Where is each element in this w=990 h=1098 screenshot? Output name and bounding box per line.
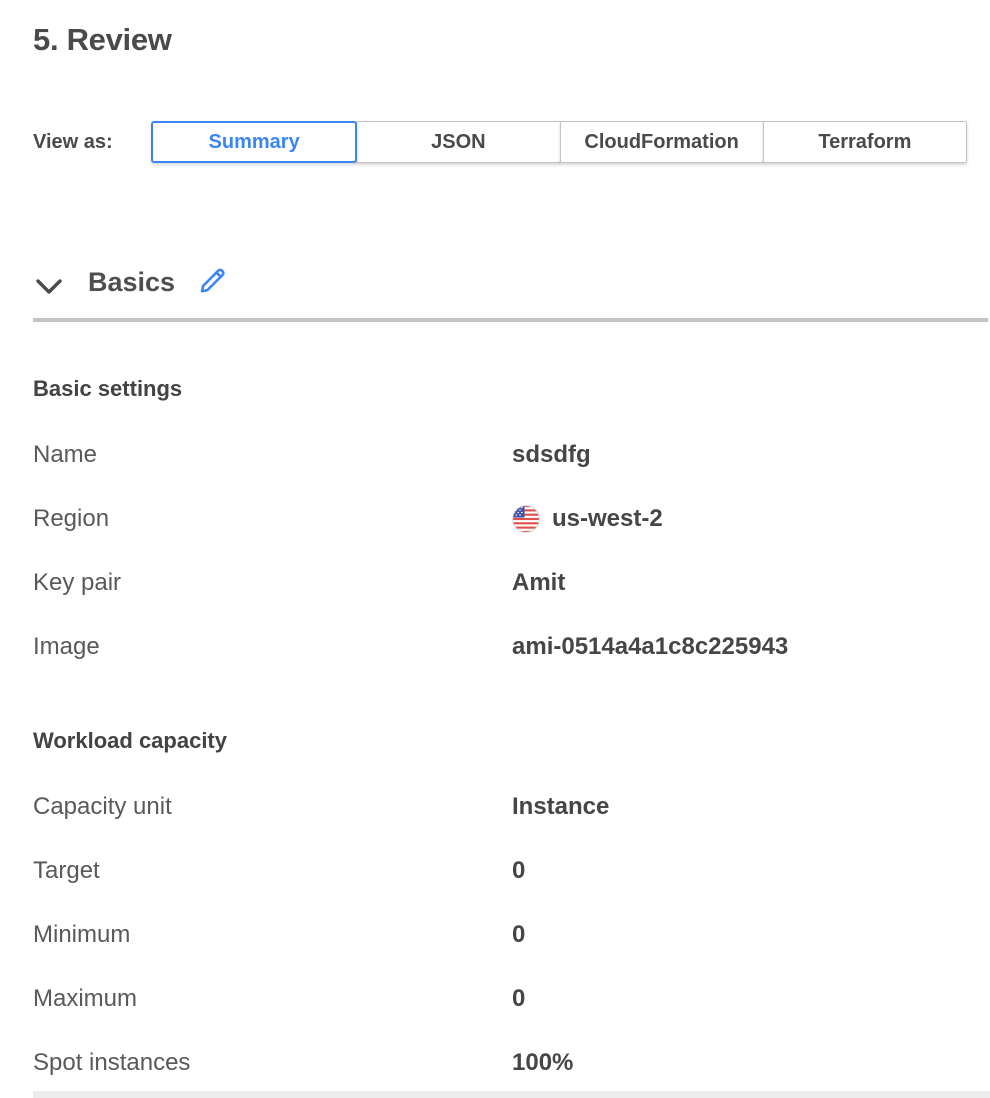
row-value-minimum: 0: [512, 918, 525, 952]
row-value-image: ami-0514a4a1c8c225943: [512, 630, 788, 664]
us-flag-icon: [512, 505, 540, 533]
row-label-minimum: Minimum: [33, 918, 130, 952]
row-label-maximum: Maximum: [33, 982, 137, 1016]
basics-section-title: Basics: [88, 267, 175, 298]
row-value-name: sdsdfg: [512, 438, 591, 472]
section-divider: [33, 318, 988, 322]
tab-summary[interactable]: Summary: [151, 121, 357, 163]
tab-cloudformation[interactable]: CloudFormation: [560, 121, 764, 163]
edit-pencil-icon[interactable]: [196, 264, 229, 297]
tab-json[interactable]: JSON: [356, 121, 560, 163]
review-page: 5. Review View as: Summary JSON CloudFor…: [0, 0, 990, 1098]
row-label-region: Region: [33, 502, 109, 536]
row-label-name: Name: [33, 438, 97, 472]
chevron-down-icon[interactable]: [35, 278, 63, 295]
group-heading-workload-capacity: Workload capacity: [33, 728, 227, 754]
view-as-label: View as:: [33, 131, 113, 154]
tab-terraform[interactable]: Terraform: [763, 121, 967, 163]
row-label-target: Target: [33, 854, 100, 888]
row-label-key-pair: Key pair: [33, 566, 121, 600]
row-value-capacity-unit: Instance: [512, 790, 609, 824]
row-value-maximum: 0: [512, 982, 525, 1016]
group-heading-basic-settings: Basic settings: [33, 376, 182, 402]
row-value-key-pair: Amit: [512, 566, 565, 600]
row-label-spot-instances: Spot instances: [33, 1046, 190, 1080]
row-value-region-text: us-west-2: [552, 502, 663, 536]
row-label-image: Image: [33, 630, 100, 664]
view-as-tab-group: Summary JSON CloudFormation Terraform: [151, 121, 967, 163]
row-value-target: 0: [512, 854, 525, 888]
next-section-divider: [33, 1091, 990, 1098]
row-label-capacity-unit: Capacity unit: [33, 790, 172, 824]
page-title: 5. Review: [33, 22, 172, 58]
row-value-spot-instances: 100%: [512, 1046, 573, 1080]
row-value-region: us-west-2: [512, 502, 663, 536]
